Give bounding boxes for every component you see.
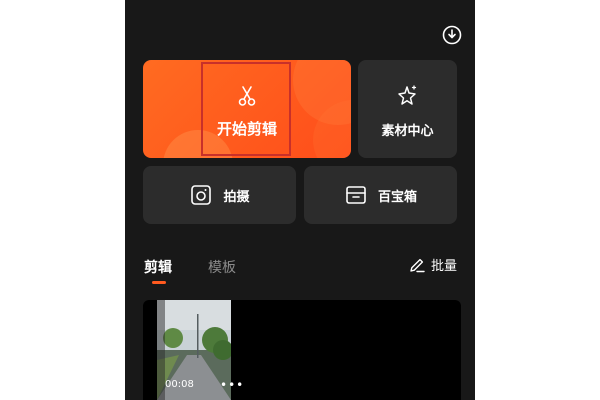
scissors-icon	[238, 86, 256, 106]
material-center-label: 素材中心	[381, 124, 434, 139]
toolbox-card[interactable]: 百宝箱	[304, 166, 457, 224]
download-icon	[442, 25, 462, 45]
toolbox-icon	[346, 186, 366, 204]
material-center-card[interactable]: 素材中心	[358, 60, 457, 158]
start-edit-card[interactable]: 开始剪辑	[143, 60, 351, 158]
more-dots-icon[interactable]: •••	[220, 378, 244, 392]
app-screen: 开始剪辑 素材中心 拍摄 百宝箱 剪辑 模板 批量 00:08 •••	[125, 0, 475, 400]
project-list: 00:08 •••	[143, 300, 461, 400]
camera-icon	[191, 185, 212, 205]
batch-label: 批量	[431, 259, 458, 274]
start-edit-label: 开始剪辑	[216, 120, 277, 138]
batch-button[interactable]: 批量	[408, 255, 457, 274]
shoot-label: 拍摄	[223, 189, 250, 205]
shoot-card[interactable]: 拍摄	[143, 166, 296, 224]
tab-template[interactable]: 模板	[208, 257, 236, 277]
pen-icon	[410, 258, 425, 272]
active-tab-indicator	[152, 281, 166, 284]
duration-label: 00:08	[165, 379, 194, 390]
sparkle-icon	[398, 85, 417, 105]
toolbox-label: 百宝箱	[377, 189, 417, 205]
tab-edit[interactable]: 剪辑	[144, 257, 172, 277]
download-button[interactable]	[441, 24, 463, 46]
highlight-box	[201, 62, 291, 156]
